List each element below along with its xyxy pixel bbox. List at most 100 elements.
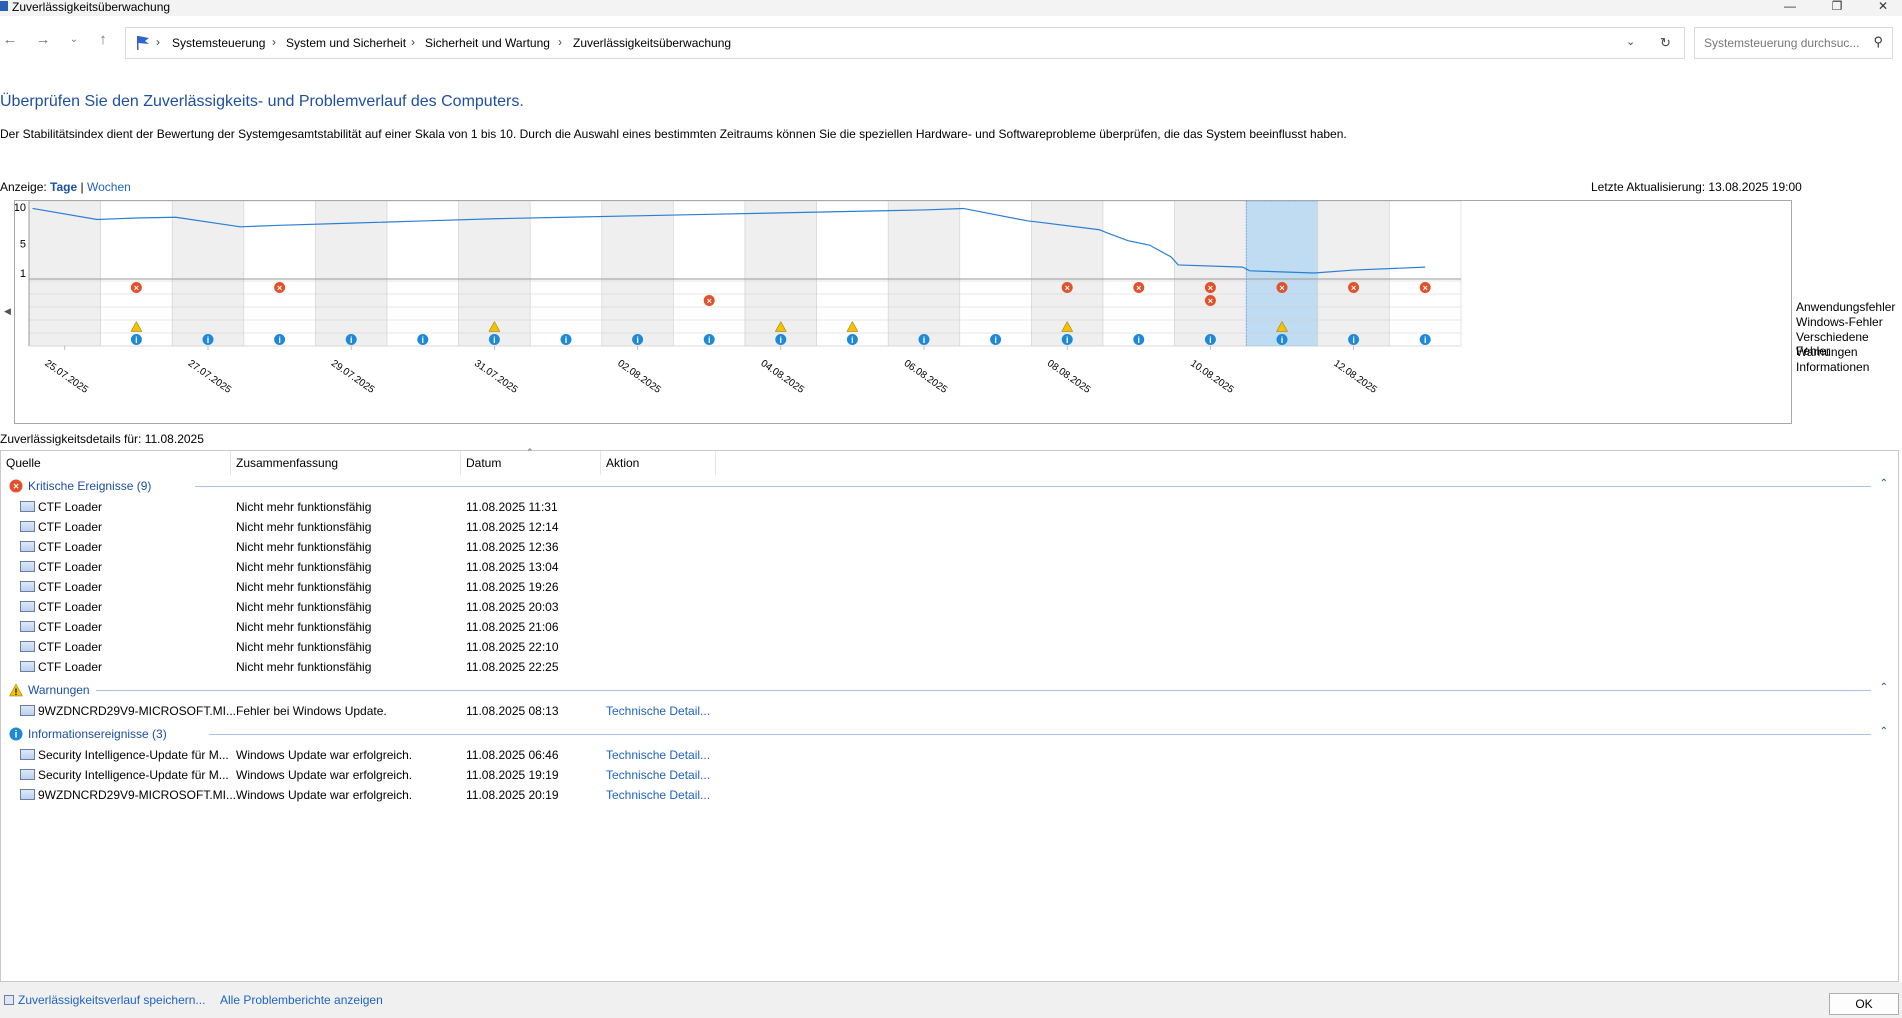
info-glyph: i	[1066, 335, 1069, 345]
y-tick-label: 5	[20, 239, 26, 251]
breadcrumb-sicherheit-und-wartung[interactable]: Sicherheit und Wartung	[425, 36, 550, 50]
chart-scroll-left-icon[interactable]: ◀	[4, 306, 11, 317]
list-item[interactable]: 9WZDNCRD29V9-MICROSOFT.MI... Windows Upda…	[1, 785, 1891, 805]
info-glyph: i	[207, 335, 210, 345]
list-item[interactable]: CTF Loader Nicht mehr funktionsfähig 11.08…	[1, 537, 1891, 557]
date-cell: 11.08.2025 12:36	[466, 540, 559, 554]
date-cell: 11.08.2025 19:26	[466, 580, 559, 594]
list-item[interactable]: CTF Loader Nicht mehr funktionsfähig 11.08…	[1, 557, 1891, 577]
list-item[interactable]: Security Intelligence-Update für M... Win…	[1, 765, 1891, 785]
info-glyph: i	[780, 335, 783, 345]
window-title: Zuverlässigkeitsüberwachung	[12, 0, 171, 14]
technical-details-link[interactable]: Technische Detail...	[606, 701, 710, 721]
search-box[interactable]: Systemsteuerung durchsuc... ⚲	[1694, 27, 1893, 59]
ok-button[interactable]: OK	[1829, 993, 1899, 1015]
list-item[interactable]: 9WZDNCRD29V9-MICROSOFT.MI... Fehler bei W…	[1, 701, 1891, 721]
details-list: Quelle Zusammenfassung Datum ⌃ Aktion × K…	[0, 447, 1899, 982]
list-item[interactable]: CTF Loader Nicht mehr funktionsfähig 11.08…	[1, 597, 1891, 617]
address-dropdown-icon[interactable]: ⌄	[1626, 35, 1635, 48]
list-item[interactable]: CTF Loader Nicht mehr funktionsfähig 11.08…	[1, 637, 1891, 657]
summary-cell: Nicht mehr funktionsfähig	[236, 640, 372, 654]
info-glyph: i	[135, 335, 138, 345]
group-divider	[96, 690, 1871, 691]
breadcrumb-zuverlaessigkeitsueberwachung[interactable]: Zuverlässigkeitsüberwachung	[573, 36, 731, 50]
save-history-icon	[4, 995, 14, 1005]
recent-chevron-icon[interactable]: ⌄	[64, 30, 84, 50]
all-problem-reports-link[interactable]: Alle Problemberichte anzeigen	[220, 993, 383, 1007]
technical-details-link[interactable]: Technische Detail...	[606, 785, 710, 805]
view-days-link[interactable]: Tage	[50, 180, 77, 194]
search-input[interactable]: Systemsteuerung durchsuc...	[1704, 36, 1859, 50]
view-weeks-link[interactable]: Wochen	[87, 180, 131, 194]
application-icon	[20, 749, 35, 760]
x-tick-label: 08.08.2025	[1045, 358, 1093, 396]
error-glyph: ×	[277, 283, 282, 293]
up-arrow-icon[interactable]: ↑	[93, 30, 113, 50]
application-icon	[20, 501, 35, 512]
collapse-group-icon[interactable]: ⌃	[1880, 682, 1888, 693]
view-selector: Anzeige: Tage | Wochen	[0, 180, 131, 194]
breadcrumb-system-und-sicherheit[interactable]: System und Sicherheit	[286, 36, 406, 50]
list-item[interactable]: CTF Loader Nicht mehr funktionsfähig 11.08…	[1, 497, 1891, 517]
refresh-icon[interactable]: ↻	[1660, 35, 1671, 51]
source-cell: 9WZDNCRD29V9-MICROSOFT.MI...	[38, 788, 237, 802]
info-glyph: i	[1209, 335, 1212, 345]
list-item[interactable]: CTF Loader Nicht mehr funktionsfähig 11.08…	[1, 617, 1891, 637]
chart-day-column	[1102, 200, 1175, 347]
error-glyph: ×	[134, 283, 139, 293]
error-glyph: ×	[1279, 283, 1284, 293]
error-glyph: ×	[1351, 283, 1356, 293]
x-tick-label: 27.07.2025	[186, 358, 234, 396]
summary-cell: Nicht mehr funktionsfähig	[236, 620, 372, 634]
forward-arrow-icon[interactable]: →	[33, 30, 53, 50]
group-header[interactable]: Informationsereignisse (3)	[28, 725, 167, 743]
chart-day-column	[243, 200, 316, 347]
search-icon[interactable]: ⚲	[1873, 34, 1883, 50]
application-icon	[20, 769, 35, 780]
technical-details-link[interactable]: Technische Detail...	[606, 765, 710, 785]
source-cell: CTF Loader	[38, 500, 103, 514]
summary-cell: Fehler bei Windows Update.	[236, 704, 387, 718]
summary-cell: Nicht mehr funktionsfähig	[236, 580, 372, 594]
legend-item: Warnungen	[1796, 345, 1858, 359]
list-item[interactable]: Security Intelligence-Update für M... Win…	[1, 745, 1891, 765]
source-cell: CTF Loader	[38, 620, 103, 634]
maximize-button[interactable]: ❐	[1827, 0, 1847, 14]
x-tick-label: 04.08.2025	[759, 358, 807, 396]
summary-cell: Nicht mehr funktionsfähig	[236, 540, 372, 554]
back-arrow-icon[interactable]: ←	[0, 30, 20, 50]
info-glyph: i	[278, 335, 281, 345]
group-header[interactable]: Kritische Ereignisse (9)	[28, 477, 151, 495]
list-item[interactable]: CTF Loader Nicht mehr funktionsfähig 11.08…	[1, 657, 1891, 677]
page-heading: Überprüfen Sie den Zuverlässigkeits- und…	[0, 93, 524, 110]
close-button[interactable]: ✕	[1873, 0, 1893, 14]
summary-cell: Nicht mehr funktionsfähig	[236, 600, 372, 614]
reliability-chart-svg: 10 5 1 × × × × × × × × × × i i i i i i i i i i i i i i i i i i i 25.07.2…	[14, 200, 1462, 396]
error-glyph: ×	[1208, 283, 1213, 293]
column-header-source[interactable]: Quelle	[1, 451, 231, 475]
application-icon	[20, 661, 35, 672]
date-cell: 11.08.2025 20:03	[466, 600, 559, 614]
column-header-action[interactable]: Aktion	[601, 451, 716, 475]
reliability-chart[interactable]: 10 5 1 × × × × × × × × × × i i i i i i i i i i i i i i i i i i i 25.07.2…	[14, 200, 1792, 424]
address-bar[interactable]: › Systemsteuerung › System und Sicherhei…	[125, 27, 1685, 59]
date-cell: 11.08.2025 13:04	[466, 560, 559, 574]
list-item[interactable]: CTF Loader Nicht mehr funktionsfähig 11.08…	[1, 517, 1891, 537]
list-item[interactable]: CTF Loader Nicht mehr funktionsfähig 11.08…	[1, 577, 1891, 597]
legend-item: Anwendungsfehler	[1796, 300, 1896, 314]
chart-day-column	[673, 200, 746, 347]
info-glyph: i	[851, 335, 854, 345]
collapse-group-icon[interactable]: ⌃	[1880, 726, 1888, 737]
column-header-summary[interactable]: Zusammenfassung	[231, 451, 461, 475]
date-cell: 11.08.2025 19:19	[466, 768, 559, 782]
info-glyph: i	[1424, 335, 1427, 345]
summary-cell: Windows Update war erfolgreich.	[236, 788, 413, 802]
technical-details-link[interactable]: Technische Detail...	[606, 745, 710, 765]
breadcrumb-separator: ›	[558, 35, 562, 49]
save-history-link[interactable]: Zuverlässigkeitsverlauf speichern...	[18, 993, 205, 1007]
breadcrumb-systemsteuerung[interactable]: Systemsteuerung	[172, 36, 265, 50]
collapse-group-icon[interactable]: ⌃	[1880, 478, 1888, 489]
minimize-button[interactable]: —	[1780, 0, 1800, 14]
group-header[interactable]: Warnungen	[28, 681, 90, 699]
info-glyph: i	[994, 335, 997, 345]
